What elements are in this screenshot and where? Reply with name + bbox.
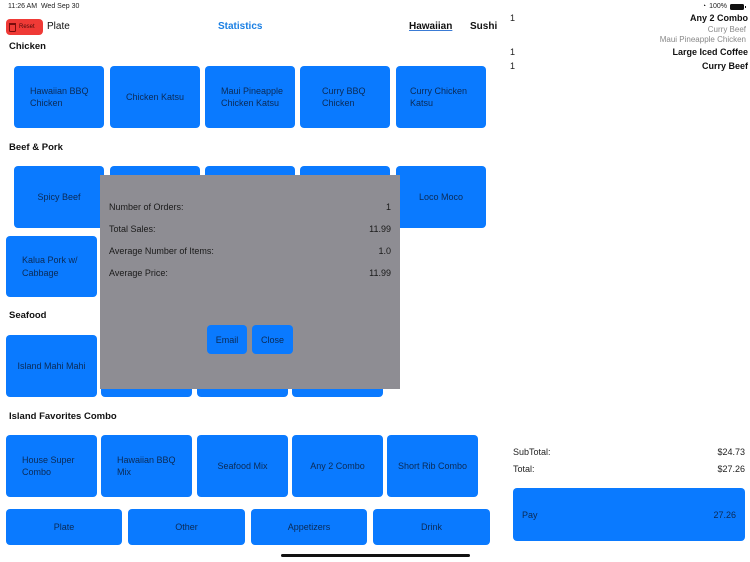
total-label: Total: (513, 464, 535, 474)
stat-value-orders: 1 (385, 202, 391, 212)
wifi-icon: ◔ (701, 3, 707, 10)
menu-item[interactable]: House Super Combo (6, 435, 97, 497)
category-appetizers[interactable]: Appetizers (251, 509, 367, 545)
tab-sushi[interactable]: Sushi (470, 21, 497, 32)
pay-button[interactable]: Pay 27.26 (513, 488, 745, 541)
order-item-name: Any 2 Combo (689, 13, 748, 23)
section-title-chicken: Chicken (9, 41, 46, 52)
menu-item[interactable]: Curry Chicken Katsu (396, 66, 486, 128)
order-qty: 1 (510, 61, 516, 71)
stat-label-total-sales: Total Sales: (109, 224, 156, 234)
order-subitem: Curry Beef (510, 25, 748, 35)
order-item-name: Large Iced Coffee (672, 47, 748, 57)
order-subitem-name: Maui Pineapple Chicken (659, 35, 746, 44)
subtotal-value: $24.73 (717, 447, 745, 457)
date-text: Wed Sep 30 (40, 3, 80, 10)
stat-value-avg-price: 11.99 (369, 268, 391, 278)
order-line-item[interactable]: 1 Curry Beef (510, 61, 748, 73)
home-indicator[interactable] (281, 554, 470, 557)
statistics-modal: Number of Orders: 1 Total Sales: 11.99 A… (100, 175, 400, 389)
menu-item[interactable]: Loco Moco (396, 166, 486, 228)
section-title-island-favorites: Island Favorites Combo (9, 411, 117, 422)
trash-icon (9, 22, 16, 32)
stat-label-avg-items: Average Number of Items: (109, 246, 214, 256)
battery-icon (730, 3, 746, 10)
order-qty: 1 (510, 13, 516, 23)
category-drink[interactable]: Drink (373, 509, 490, 545)
page-title: Plate (47, 21, 70, 32)
statistics-button[interactable]: Statistics (218, 21, 262, 32)
section-title-beef-pork: Beef & Pork (9, 142, 63, 153)
order-line-item[interactable]: 1 Any 2 Combo (510, 13, 748, 25)
stat-value-total-sales: 11.99 (369, 224, 391, 234)
menu-item[interactable]: Hawaiian BBQ Mix (101, 435, 192, 497)
total-value: $27.26 (717, 464, 745, 474)
battery-percent: 100% (709, 3, 727, 10)
section-title-seafood: Seafood (9, 310, 47, 321)
stat-value-avg-items: 1.0 (378, 246, 391, 256)
pay-label: Pay (522, 510, 538, 520)
menu-item[interactable]: Any 2 Combo (292, 435, 383, 497)
status-indicators: ◔ 100% (701, 3, 746, 10)
stat-label-avg-price: Average Price: (109, 268, 168, 278)
order-subitem-name: Curry Beef (707, 25, 746, 34)
order-subitem: Maui Pineapple Chicken (510, 35, 748, 45)
time-text: 11:26 AM (8, 3, 38, 10)
pay-amount: 27.26 (713, 510, 736, 520)
email-button[interactable]: Email (207, 325, 247, 354)
menu-item[interactable]: Curry BBQ Chicken (300, 66, 390, 128)
menu-item[interactable]: Chicken Katsu (110, 66, 200, 128)
menu-item[interactable]: Seafood Mix (197, 435, 288, 497)
menu-item[interactable]: Spicy Beef (14, 166, 104, 228)
menu-item[interactable]: Hawaiian BBQ Chicken (14, 66, 104, 128)
close-button[interactable]: Close (252, 325, 293, 354)
reset-label: Reset (19, 24, 35, 30)
menu-item[interactable]: Short Rib Combo (387, 435, 478, 497)
menu-item[interactable]: Kalua Pork w/ Cabbage (6, 236, 97, 297)
order-qty: 1 (510, 47, 516, 57)
order-item-name: Curry Beef (701, 61, 748, 71)
tab-hawaiian[interactable]: Hawaiian (409, 21, 452, 32)
category-plate[interactable]: Plate (6, 509, 122, 545)
order-line-item[interactable]: 1 Large Iced Coffee (510, 47, 748, 59)
reset-button[interactable]: Reset (6, 19, 43, 35)
category-other[interactable]: Other (128, 509, 245, 545)
menu-item[interactable]: Island Mahi Mahi (6, 335, 97, 397)
stat-label-orders: Number of Orders: (109, 202, 184, 212)
menu-item[interactable]: Maui Pineapple Chicken Katsu (205, 66, 295, 128)
subtotal-label: SubTotal: (513, 447, 551, 457)
status-time: 11:26 AM Wed Sep 30 (8, 3, 79, 10)
